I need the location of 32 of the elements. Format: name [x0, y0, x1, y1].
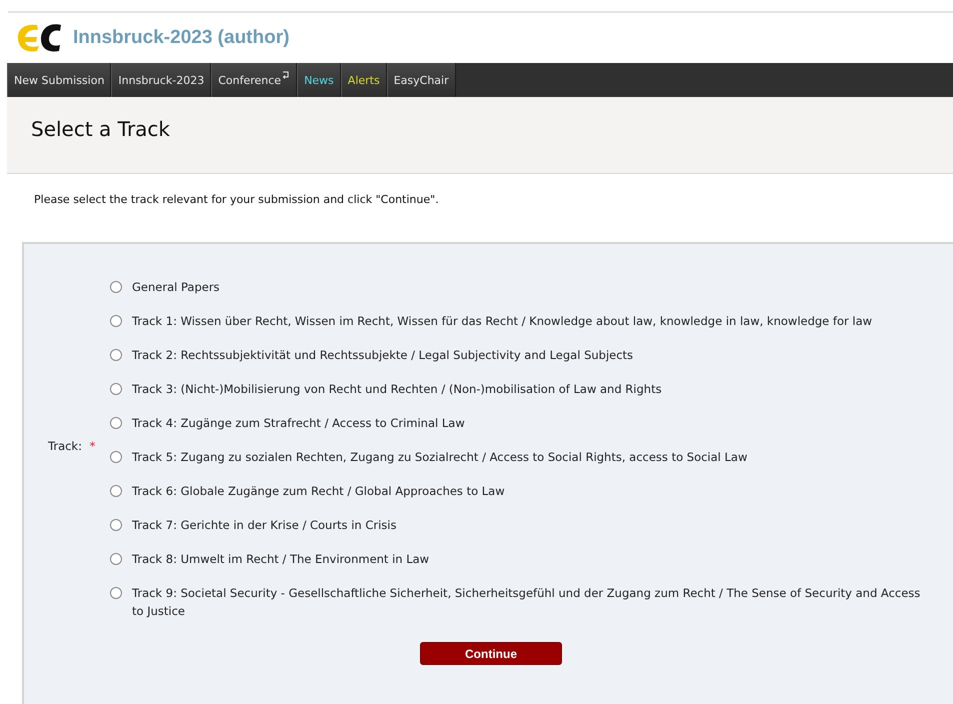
radio-label[interactable]: Track 9: Societal Security - Gesellschaftliche Sicherheit, Sicherheitsgefühl und der Zugang zum Recht / The Sense of Security and Access to Justice — [132, 584, 933, 620]
radio-label[interactable]: Track 5: Zugang zu sozialen Rechten, Zugang zu Sozialrecht / Access to Social Rights, access to Social Law — [132, 448, 748, 466]
radio-label[interactable]: Track 6: Globale Zugänge zum Recht / Global Approaches to Law — [132, 482, 505, 500]
radio-button[interactable] — [110, 451, 122, 463]
radio-button[interactable] — [110, 281, 122, 293]
menu-item[interactable]: New Submission — [7, 63, 112, 97]
menu-item[interactable]: Innsbruck-2023 — [111, 63, 212, 97]
radio-button[interactable] — [110, 553, 122, 565]
page-title: Select a Track — [31, 117, 170, 141]
instructions-text: Please select the track relevant for your submission and click "Continue". — [34, 193, 440, 206]
required-mark: * — [90, 439, 96, 453]
radio-label[interactable]: Track 1: Wissen über Recht, Wissen im Recht, Wissen für das Recht / Knowledge about law, knowledge in law, knowledge for law — [132, 312, 872, 330]
radio-button[interactable] — [110, 315, 122, 327]
radio-button[interactable] — [110, 519, 122, 531]
menu-item[interactable]: EasyChair — [386, 63, 456, 97]
menu-item[interactable]: Conference — [211, 63, 298, 97]
radio-label[interactable]: Track 4: Zugänge zum Strafrecht / Access to Criminal Law — [132, 414, 465, 432]
radio-button[interactable] — [110, 383, 122, 395]
conference-title: Innsbruck-2023 (author) — [73, 27, 290, 49]
menu-item[interactable]: News — [297, 63, 341, 97]
radio-label[interactable]: General Papers — [132, 278, 220, 296]
radio-label[interactable]: Track 3: (Nicht-)Mobilisierung von Recht und Rechten / (Non-)mobilisation of Law and Rights — [132, 380, 662, 398]
radio-label[interactable]: Track 8: Umwelt im Recht / The Environment in Law — [132, 550, 430, 568]
radio-button[interactable] — [110, 485, 122, 497]
radio-button[interactable] — [110, 349, 122, 361]
radio-label[interactable]: Track 2: Rechtssubjektivität und Rechtssubjekte / Legal Subjectivity and Legal Subjects — [132, 346, 634, 364]
radio-button[interactable] — [110, 587, 122, 599]
field-label: Track: — [48, 439, 82, 453]
radio-button[interactable] — [110, 417, 122, 429]
continue-button[interactable]: Continue — [420, 642, 562, 665]
menu-item[interactable]: Alerts — [340, 63, 387, 97]
radio-label[interactable]: Track 7: Gerichte in der Krise / Courts in Crisis — [132, 516, 396, 534]
